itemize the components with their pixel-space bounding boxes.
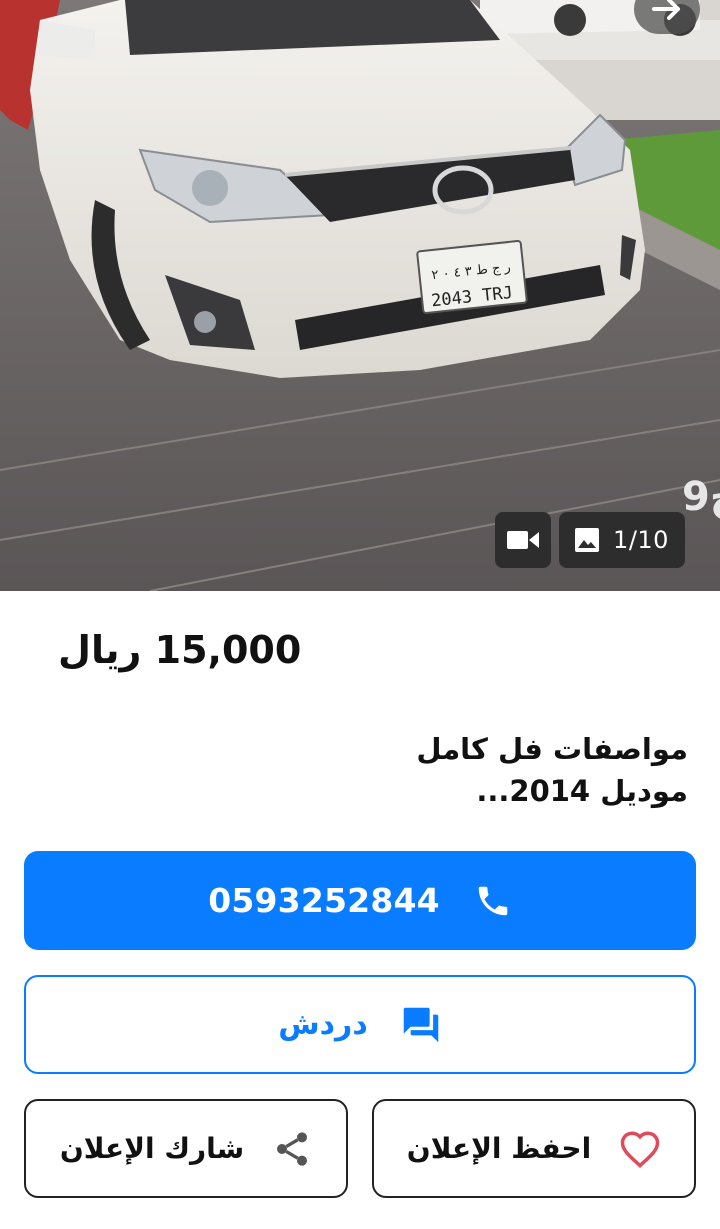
listing-description: مواصفات فل كامل موديل 2014... <box>168 728 688 812</box>
watermark: ح9 <box>682 474 720 520</box>
call-button[interactable]: 0593252844 <box>24 851 696 950</box>
save-label: احفظ الإعلان <box>406 1132 592 1165</box>
heart-icon <box>620 1130 660 1168</box>
video-camera-icon <box>507 531 539 549</box>
video-button[interactable] <box>495 512 551 568</box>
chat-icon <box>403 1007 439 1042</box>
chat-label: دردش <box>278 1007 368 1042</box>
description-line-2: موديل 2014... <box>476 774 688 808</box>
listing-price: 15,000 ريال <box>58 628 302 672</box>
arrow-right-icon <box>652 0 680 20</box>
photo-counter: 1/10 <box>613 526 669 554</box>
car-photo: 2043 TRJ ر ج ط ٣ ٤ ٠ ٢ ح9 <box>0 0 720 591</box>
share-button[interactable]: شارك الإعلان <box>24 1099 348 1198</box>
next-image-button[interactable] <box>634 0 700 34</box>
image-icon <box>575 528 600 552</box>
share-icon <box>277 1131 308 1166</box>
save-button[interactable]: احفظ الإعلان <box>372 1099 696 1198</box>
description-line-1: مواصفات فل كامل <box>416 732 688 766</box>
photo-counter-button[interactable]: 1/10 <box>559 512 685 568</box>
image-gallery[interactable]: 2043 TRJ ر ج ط ٣ ٤ ٠ ٢ ح9 1/10 <box>0 0 720 591</box>
chat-button[interactable]: دردش <box>24 975 696 1074</box>
share-label: شارك الإعلان <box>59 1132 245 1165</box>
phone-icon <box>478 886 508 915</box>
phone-number: 0593252844 <box>208 881 440 920</box>
